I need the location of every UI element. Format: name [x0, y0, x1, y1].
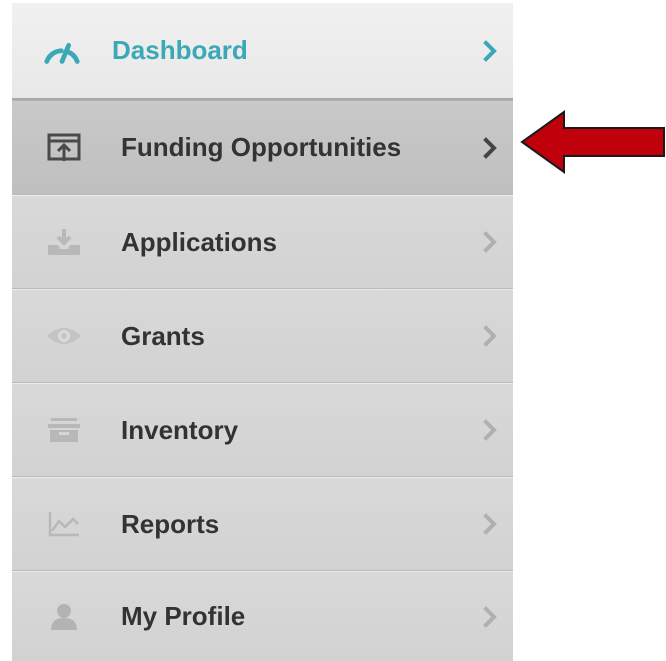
sidebar-item-label: Reports — [121, 508, 220, 539]
speedometer-icon — [42, 34, 82, 68]
sidebar-item-inventory[interactable]: Inventory — [12, 383, 513, 477]
sidebar-item-funding-opportunities[interactable]: Funding Opportunities — [12, 100, 513, 195]
chevron-right-icon — [481, 324, 499, 348]
sidebar-menu: Dashboard Funding Opportunities Applicat… — [12, 3, 513, 661]
chevron-right-icon — [481, 418, 499, 442]
sidebar-item-dashboard[interactable]: Dashboard — [12, 3, 513, 100]
sidebar-item-label: Dashboard — [112, 35, 248, 65]
line-chart-icon — [44, 507, 84, 541]
chevron-right-icon — [481, 605, 499, 629]
sidebar-item-label: Funding Opportunities — [121, 132, 402, 162]
red-arrow-annotation — [520, 110, 665, 174]
sidebar-item-grants[interactable]: Grants — [12, 289, 513, 383]
chevron-right-icon — [481, 512, 499, 536]
chevron-right-icon — [481, 136, 499, 160]
eye-icon — [44, 319, 84, 353]
sidebar-item-applications[interactable]: Applications — [12, 195, 513, 289]
sidebar-item-label: Grants — [121, 320, 205, 351]
chevron-right-icon — [481, 230, 499, 254]
sidebar-item-label: Inventory — [121, 414, 239, 445]
chevron-right-icon — [481, 39, 499, 63]
user-icon — [44, 600, 84, 634]
sidebar-item-reports[interactable]: Reports — [12, 477, 513, 571]
sidebar-item-label: Applications — [121, 226, 278, 257]
archive-box-icon — [44, 413, 84, 447]
sidebar-item-label: My Profile — [121, 601, 246, 631]
upload-box-icon — [44, 131, 84, 165]
sidebar-item-my-profile[interactable]: My Profile — [12, 571, 513, 661]
download-tray-icon — [44, 225, 84, 259]
